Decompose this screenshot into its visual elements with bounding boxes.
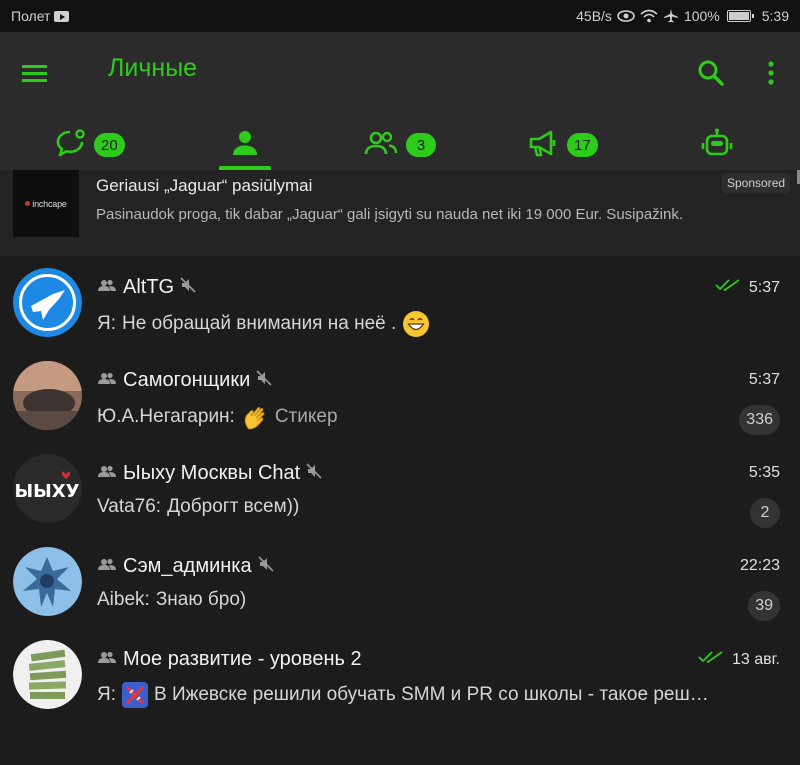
chat-row-moe-razvitie[interactable]: Мое развитие - уровень 2 13 авг. Я: В Иж… <box>0 628 800 721</box>
unread-badge: 39 <box>748 591 780 621</box>
airplane-icon <box>663 9 679 23</box>
chat-time: 22:23 <box>739 557 780 574</box>
group-icon <box>364 127 398 164</box>
tab-groups[interactable]: 3 <box>364 120 436 170</box>
tab-chats-badge: 20 <box>94 133 125 157</box>
sponsor-logo-text: inchcape <box>32 198 67 209</box>
waving-hand-icon <box>241 403 269 431</box>
double-check-icon <box>698 650 724 669</box>
bot-icon <box>701 127 733 164</box>
chat-time: 5:37 <box>748 371 780 388</box>
chat-name: Сэм_админка <box>123 555 252 577</box>
message-preview: Не обращай внимания на неё . <box>122 313 397 334</box>
avatar <box>13 361 82 430</box>
megaphone-icon <box>527 127 559 164</box>
battery-icon <box>726 10 754 22</box>
sponsored-badge: Sponsored <box>722 173 791 193</box>
message-sender: Aibek: <box>97 589 150 610</box>
person-icon <box>229 127 261 164</box>
chat-bubble-icon <box>54 127 86 164</box>
muted-icon <box>258 556 274 577</box>
chat-time: 5:35 <box>748 464 780 481</box>
avatar <box>13 547 82 616</box>
menu-icon[interactable] <box>20 58 50 88</box>
message-preview: Стикер <box>274 406 338 427</box>
double-check-icon <box>715 278 741 297</box>
message-preview: В Ижевске решили обучать SMM и PR со шко… <box>154 684 709 705</box>
chat-name: Ыыху Москвы Chat <box>123 462 301 484</box>
chat-row-yykhu-moskvy[interactable]: ЫЫХУ Ыыху Москвы Chat 5:35 Vata76: Добро… <box>0 442 800 535</box>
sponsored-text: Pasinaudok proga, tik dabar „Jaguar“ gal… <box>96 206 684 223</box>
message-preview: Доброгт всем)) <box>167 496 300 517</box>
message-sender: Я: <box>97 684 116 705</box>
net-speed: 45B/s <box>576 8 612 24</box>
more-vert-icon[interactable] <box>760 58 782 88</box>
app-header: Личные 20 3 17 <box>0 32 800 170</box>
group-icon <box>97 557 117 576</box>
message-preview: Знаю бро) <box>155 589 247 610</box>
avatar-label: ЫЫХУ <box>14 481 79 502</box>
wifi-icon <box>640 9 658 23</box>
chat-row-samogonshchiki[interactable]: Самогонщики 5:37 Ю.А.Негагарин: Стикер 3… <box>0 349 800 442</box>
chat-name: AltTG <box>123 276 175 298</box>
chat-row-sem-adminka[interactable]: Сэм_админка 22:23 Aibek: Знаю бро) 39 <box>0 535 800 628</box>
youtube-icon <box>54 10 70 22</box>
clock: 5:39 <box>761 8 789 24</box>
tab-chats[interactable]: 20 <box>54 120 125 170</box>
battery-label: 100% <box>683 8 720 24</box>
group-icon <box>97 650 117 669</box>
muted-icon <box>256 370 272 391</box>
tab-personal[interactable] <box>229 120 261 170</box>
status-bar: Полет 45B/s 100% 5:39 <box>0 0 800 32</box>
group-icon <box>97 371 117 390</box>
group-icon <box>97 278 117 297</box>
group-icon <box>97 464 117 483</box>
eye-icon <box>617 9 635 23</box>
unread-badge: 336 <box>739 405 780 435</box>
carrier-label: Полет <box>11 8 51 24</box>
chat-row-alttg[interactable]: AltTG 5:37 Я: Не обращай внимания на неё… <box>0 256 800 349</box>
tab-groups-badge: 3 <box>406 133 436 157</box>
unread-badge: 2 <box>750 498 780 528</box>
chat-name: Мое развитие - уровень 2 <box>123 648 362 670</box>
sponsor-logo: inchcape <box>13 170 79 237</box>
message-sender: Я: <box>97 313 116 334</box>
tab-bots[interactable] <box>701 120 733 170</box>
chat-name: Самогонщики <box>123 369 251 391</box>
avatar <box>13 268 82 337</box>
sponsored-title: Geriausi „Jaguar“ pasiūlymai <box>96 176 313 195</box>
avatar: ЫЫХУ <box>13 454 82 523</box>
message-sender: Vata76: <box>97 496 162 517</box>
page-title: Личные <box>108 54 198 82</box>
sponsored-message[interactable]: inchcape Geriausi „Jaguar“ pasiūlymai Pa… <box>0 170 800 256</box>
muted-icon <box>306 463 322 484</box>
tab-channels-badge: 17 <box>567 133 598 157</box>
chat-time: 13 авг. <box>732 650 780 668</box>
tab-channels[interactable]: 17 <box>527 120 598 170</box>
avatar <box>13 640 82 709</box>
chat-time: 5:37 <box>748 278 780 296</box>
grinning-emoji-icon <box>402 310 430 338</box>
folder-tabs: 20 3 17 <box>0 120 800 170</box>
search-icon[interactable] <box>696 58 726 88</box>
dna-icon <box>122 682 148 708</box>
message-sender: Ю.А.Негагарин: <box>97 406 235 427</box>
muted-icon <box>180 277 196 298</box>
